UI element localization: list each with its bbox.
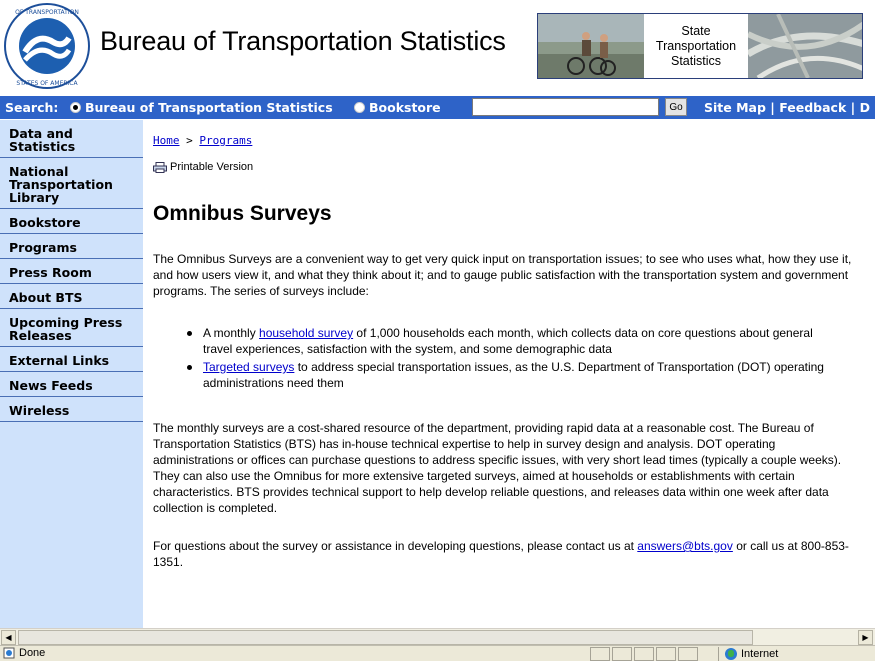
sidebar-item-national-transportation-library[interactable]: National Transportation Library — [0, 158, 143, 209]
scroll-left-icon[interactable]: ◀ — [1, 630, 16, 645]
main-content: Home > Programs Printable Version Omnibu… — [143, 120, 875, 628]
search-option-bts-label: Bureau of Transportation Statistics — [85, 100, 333, 115]
truncated-link[interactable]: D — [860, 100, 870, 115]
status-panel — [634, 647, 654, 661]
site-header: OF TRANSPORTATION STATES OF AMERICA Bure… — [0, 0, 875, 92]
status-panel — [612, 647, 632, 661]
svg-text:OF TRANSPORTATION: OF TRANSPORTATION — [15, 9, 79, 16]
breadcrumb-separator: > — [186, 134, 193, 147]
status-panel — [678, 647, 698, 661]
cyclists-photo — [538, 14, 644, 78]
dot-seal-logo[interactable]: OF TRANSPORTATION STATES OF AMERICA — [3, 2, 91, 90]
contact-paragraph: For questions about the survey or assist… — [153, 538, 853, 570]
site-title[interactable]: Bureau of Transportation Statistics — [100, 26, 506, 57]
scroll-right-icon[interactable]: ▶ — [858, 630, 873, 645]
status-done: Done — [3, 647, 45, 659]
sidebar-item-data-and-statistics[interactable]: Data and Statistics — [0, 120, 143, 158]
link-separator: | — [850, 100, 856, 115]
link-separator: | — [770, 100, 775, 115]
go-button[interactable]: Go — [665, 98, 687, 116]
intro-paragraph: The Omnibus Surveys are a convenient way… — [153, 252, 852, 298]
survey-list: A monthly household survey of 1,000 hous… — [187, 325, 837, 393]
sidebar-item-external-links[interactable]: External Links — [0, 347, 143, 372]
sidebar-item-news-feeds[interactable]: News Feeds — [0, 372, 143, 397]
status-text: Done — [19, 647, 46, 659]
printer-icon[interactable] — [153, 161, 167, 173]
search-bar: Search: Bureau of Transportation Statist… — [0, 96, 875, 119]
scroll-thumb[interactable] — [18, 630, 753, 645]
status-panel — [656, 647, 676, 661]
sidebar-item-wireless[interactable]: Wireless — [0, 397, 143, 422]
printable-version-label[interactable]: Printable Version — [170, 161, 253, 173]
status-panel — [590, 647, 610, 661]
targeted-surveys-link[interactable]: Targeted surveys — [203, 360, 294, 374]
breadcrumb: Home > Programs — [153, 134, 252, 147]
sidebar-item-programs[interactable]: Programs — [0, 234, 143, 259]
top-links: Site Map | Feedback | D — [704, 100, 870, 115]
security-zone: Internet — [718, 647, 875, 661]
household-survey-link[interactable]: household survey — [259, 326, 353, 340]
breadcrumb-programs-link[interactable]: Programs — [199, 134, 252, 147]
radio-unselected-icon[interactable] — [354, 102, 365, 113]
status-bar: Done Internet — [0, 645, 875, 661]
search-option-bookstore[interactable]: Bookstore — [354, 100, 441, 115]
banner-label: State Transportation Statistics — [644, 14, 748, 78]
sidebar-item-bookstore[interactable]: Bookstore — [0, 209, 143, 234]
list-item: A monthly household survey of 1,000 hous… — [187, 325, 837, 357]
list-item: Targeted surveys to address special tran… — [187, 359, 837, 391]
sidebar-item-upcoming-press-releases[interactable]: Upcoming Press Releases — [0, 309, 143, 347]
cost-shared-paragraph: The monthly surveys are a cost-shared re… — [153, 421, 842, 515]
sidebar-item-press-room[interactable]: Press Room — [0, 259, 143, 284]
breadcrumb-home-link[interactable]: Home — [153, 134, 180, 147]
feedback-link[interactable]: Feedback — [779, 100, 846, 115]
horizontal-scrollbar[interactable]: ◀ ▶ — [0, 628, 875, 645]
site-map-link[interactable]: Site Map — [704, 100, 766, 115]
sidebar-nav: Data and Statistics National Transportat… — [0, 120, 143, 628]
search-input[interactable] — [472, 98, 659, 116]
state-transportation-statistics-banner[interactable]: State Transportation Statistics — [537, 13, 863, 79]
sidebar-item-about-bts[interactable]: About BTS — [0, 284, 143, 309]
zone-label: Internet — [741, 648, 779, 660]
search-option-bts[interactable]: Bureau of Transportation Statistics — [70, 100, 333, 115]
search-label: Search: — [5, 100, 59, 115]
page-icon — [3, 647, 15, 659]
printable-version-link[interactable]: Printable Version — [153, 161, 253, 173]
contact-prefix: For questions about the survey or assist… — [153, 539, 638, 553]
bullet-prefix: A monthly — [203, 326, 260, 340]
email-link[interactable]: answers@bts.gov — [637, 539, 733, 553]
search-option-bookstore-label: Bookstore — [369, 100, 441, 115]
highway-interchange-photo — [748, 14, 862, 78]
radio-selected-icon[interactable] — [70, 102, 81, 113]
page-title: Omnibus Surveys — [153, 202, 332, 225]
bullet-text: to address special transportation issues… — [203, 360, 824, 390]
svg-text:STATES OF AMERICA: STATES OF AMERICA — [16, 80, 78, 87]
internet-globe-icon — [725, 648, 737, 660]
